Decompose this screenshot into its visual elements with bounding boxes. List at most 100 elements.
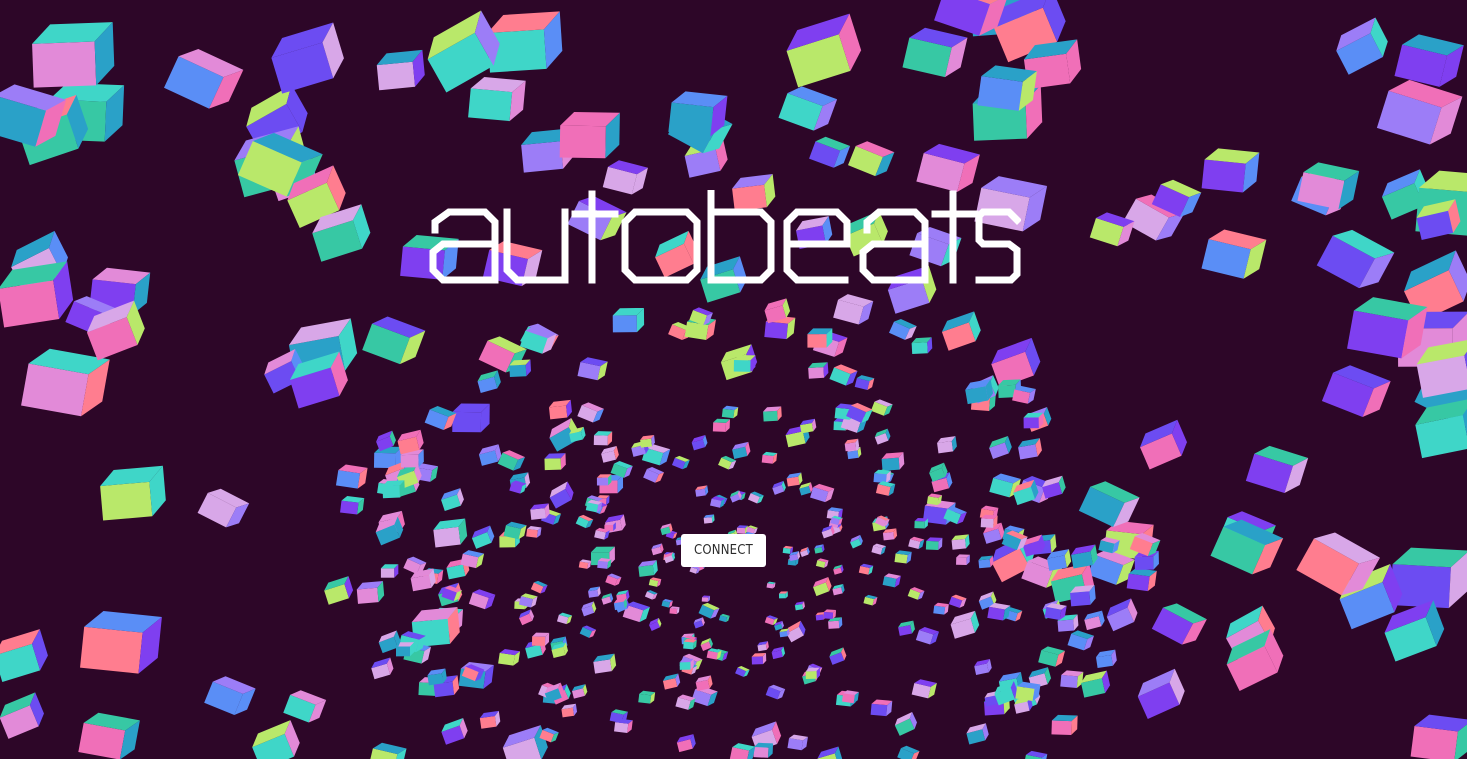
cube-shape — [925, 537, 943, 551]
cube-shape — [559, 111, 620, 159]
cube-shape — [765, 684, 786, 700]
cube-shape — [870, 399, 893, 416]
cube-shape — [786, 472, 803, 487]
cube-shape — [468, 589, 496, 610]
cube-shape — [778, 591, 788, 599]
cube-shape — [766, 581, 776, 589]
cube-shape — [814, 544, 825, 554]
cube-field-background — [0, 0, 1467, 759]
cube-shape — [907, 587, 925, 600]
cube-shape — [669, 606, 680, 615]
cube-shape — [593, 653, 617, 674]
cube-shape — [695, 485, 709, 497]
cube-shape — [832, 584, 845, 596]
cube-shape — [718, 455, 737, 470]
cube-shape — [644, 590, 658, 600]
cube-shape — [548, 399, 572, 420]
cube-shape — [747, 491, 764, 504]
cube-shape — [497, 450, 526, 471]
cube-shape — [989, 435, 1012, 459]
cube-shape — [671, 455, 690, 470]
cube-shape — [698, 602, 720, 619]
cube-shape — [874, 428, 891, 445]
cube-shape — [477, 370, 501, 393]
cube-shape — [914, 518, 929, 529]
cube-shape — [283, 690, 327, 723]
cube-shape — [858, 563, 874, 575]
cube-shape — [761, 451, 778, 464]
cube-shape — [471, 525, 495, 549]
cube-shape — [1023, 412, 1044, 429]
cube-shape — [0, 261, 74, 328]
cube-shape — [786, 13, 862, 88]
cube-shape — [531, 632, 550, 646]
cube-shape — [556, 612, 573, 625]
cube-shape — [809, 136, 851, 168]
cube-shape — [1410, 714, 1467, 759]
cube-shape — [1415, 398, 1467, 459]
cube-shape — [757, 641, 769, 652]
cube-shape — [1060, 670, 1084, 689]
cube-shape — [197, 488, 250, 528]
cube-shape — [661, 598, 673, 608]
cube-shape — [1139, 419, 1187, 470]
cube-shape — [732, 441, 751, 459]
cube-shape — [1394, 34, 1464, 87]
cube-shape — [1137, 668, 1185, 719]
cube-shape — [933, 602, 949, 615]
cube-shape — [881, 452, 905, 471]
cube-shape — [526, 526, 542, 538]
cube-shape — [751, 652, 767, 665]
cube-shape — [1023, 750, 1048, 759]
cube-shape — [581, 601, 597, 617]
cube-shape — [941, 311, 981, 351]
cube-shape — [530, 580, 548, 594]
cube-shape — [882, 573, 901, 588]
cube-shape — [662, 673, 681, 690]
cube-shape — [833, 294, 874, 325]
cube-shape — [916, 143, 980, 193]
cube-shape — [612, 307, 645, 333]
cube-shape — [78, 712, 140, 759]
cube-shape — [368, 742, 407, 759]
cube-shape — [911, 679, 937, 699]
cube-shape — [787, 734, 808, 751]
cube-shape — [718, 613, 730, 623]
cube-shape — [252, 720, 300, 759]
cube-shape — [911, 337, 933, 355]
cube-shape — [736, 525, 748, 534]
cube-shape — [324, 576, 354, 605]
cube-shape — [376, 49, 425, 91]
cube-shape — [1042, 475, 1066, 499]
cube-shape — [80, 611, 162, 674]
cube-shape — [703, 514, 715, 524]
cube-shape — [578, 559, 592, 569]
cube-shape — [794, 601, 805, 611]
cube-shape — [382, 480, 405, 499]
cube-shape — [593, 431, 613, 446]
cube-shape — [1081, 670, 1111, 698]
cube-shape — [579, 625, 597, 638]
cube-shape — [823, 609, 837, 619]
cube-shape — [829, 647, 847, 665]
cube-shape — [847, 141, 895, 177]
cube-shape — [0, 629, 48, 682]
cube-shape — [1018, 438, 1042, 460]
cube-shape — [889, 319, 917, 340]
cube-shape — [771, 646, 786, 660]
cube-shape — [362, 316, 426, 365]
cube-shape — [479, 710, 501, 729]
cube-shape — [577, 357, 608, 381]
cube-shape — [729, 743, 756, 759]
cube-shape — [676, 734, 696, 753]
cube-shape — [956, 554, 970, 566]
cube-shape — [1376, 79, 1463, 145]
cube-shape — [829, 364, 858, 386]
cube-shape — [371, 657, 394, 680]
cube-shape — [778, 86, 838, 131]
cube-shape — [1067, 630, 1094, 651]
cube-shape — [577, 402, 604, 423]
connect-button[interactable]: CONNECT — [681, 534, 766, 567]
cube-shape — [561, 703, 578, 718]
cube-shape — [733, 355, 756, 372]
